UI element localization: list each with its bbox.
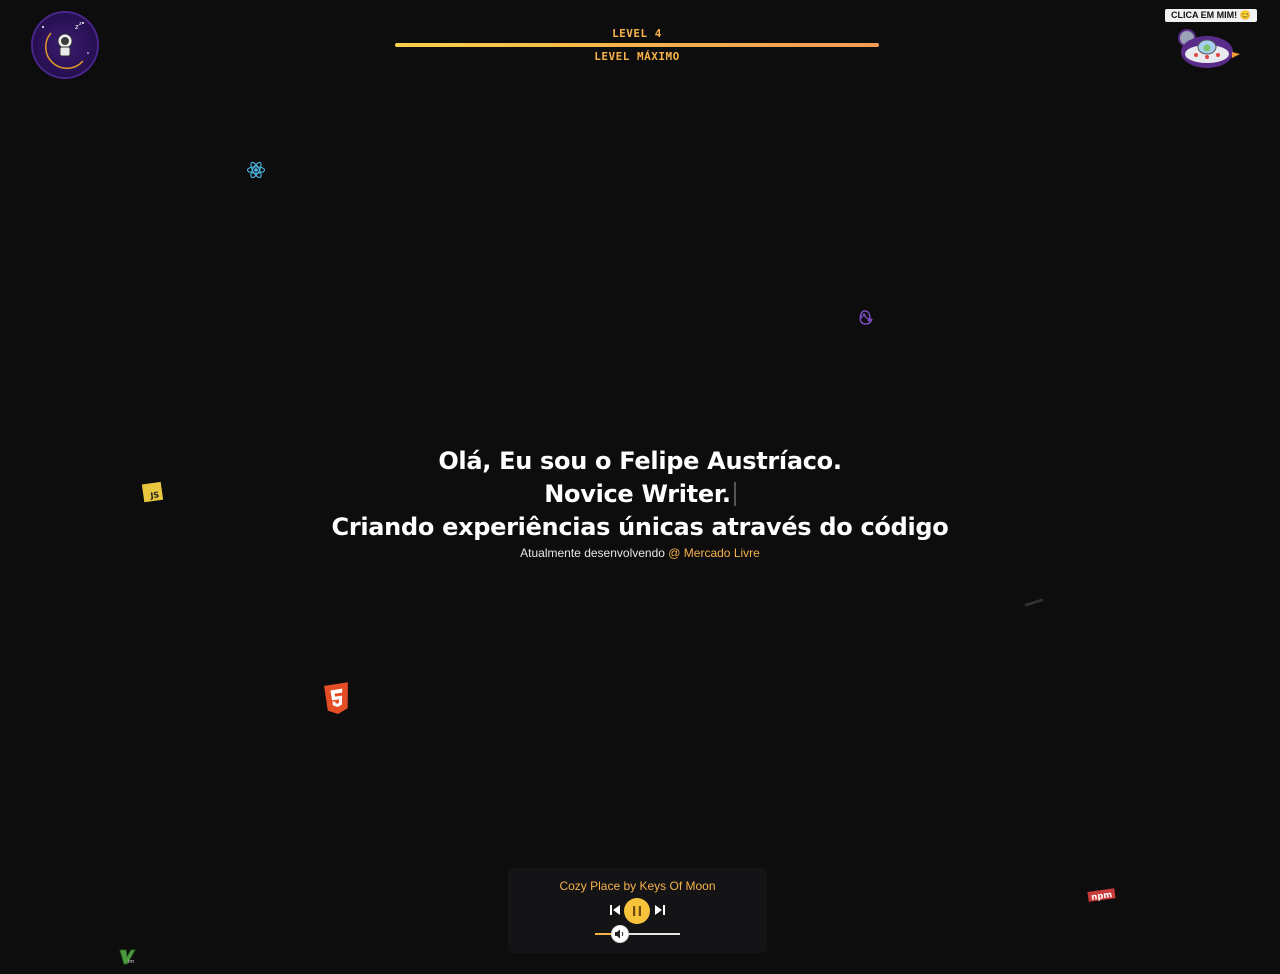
svg-text:im: im (128, 959, 134, 965)
skip-next-icon[interactable] (654, 904, 666, 916)
ufo-icon (1178, 29, 1240, 68)
redux-icon (859, 310, 873, 325)
hero-greeting: Olá, Eu sou o Felipe Austríaco. (438, 447, 842, 475)
click-me-badge[interactable]: CLICA EM MIM! 😊 (1165, 9, 1257, 22)
volume-icon (615, 929, 624, 939)
hero-tagline: Criando experiências únicas através do c… (331, 513, 949, 541)
react-icon (246, 161, 266, 179)
hero-subtitle: Atualmente desenvolvendo @ Mercado Livre (0, 545, 1280, 561)
track-title: Cozy Place by Keys Of Moon (559, 879, 716, 893)
level-progress-bar (395, 43, 879, 47)
pause-icon (633, 906, 641, 916)
avatar[interactable]: z z (33, 13, 97, 77)
volume-knob[interactable] (612, 926, 628, 942)
hero-role: Novice Writer. (0, 478, 1280, 511)
level-indicator: LEVEL 4 LEVEL MÁXIMO (395, 27, 879, 64)
play-pause-button[interactable] (624, 898, 650, 924)
html5-icon (324, 682, 348, 714)
hero-subtitle-prefix: Atualmente desenvolvendo (520, 546, 665, 560)
company-link[interactable]: @ Mercado Livre (668, 546, 760, 560)
svg-text:z: z (79, 21, 82, 27)
level-label: LEVEL 4 (612, 27, 662, 40)
typing-cursor (733, 482, 736, 506)
meteor-streak-icon (1024, 598, 1044, 607)
level-status: LEVEL MÁXIMO (594, 50, 680, 63)
hero-section: Olá, Eu sou o Felipe Austríaco. Novice W… (0, 445, 1280, 561)
skip-previous-icon[interactable] (609, 904, 621, 916)
astronaut-moon-avatar-icon: z z (42, 21, 89, 70)
volume-slider[interactable] (595, 933, 680, 935)
svg-text:npm: npm (1091, 890, 1113, 903)
npm-icon: npm (1087, 888, 1116, 903)
music-player: Cozy Place by Keys Of Moon (508, 868, 767, 953)
typed-role: Novice Writer. (544, 480, 731, 508)
ufo-button[interactable] (1174, 26, 1242, 72)
vim-icon: im (119, 949, 136, 965)
